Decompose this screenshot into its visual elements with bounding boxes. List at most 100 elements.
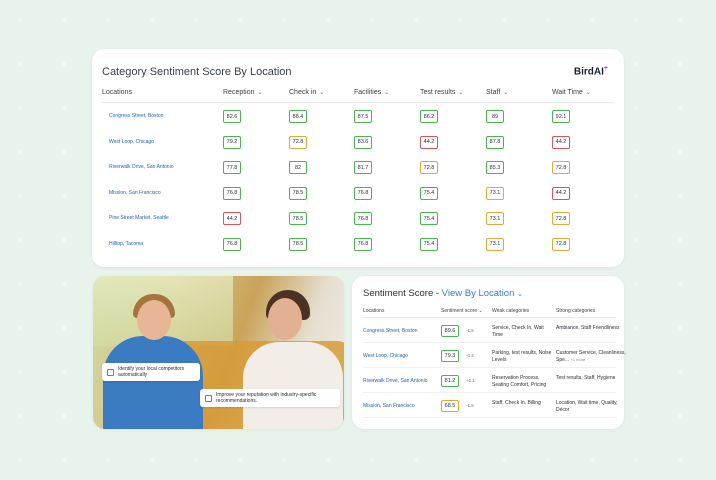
score-badge: 75.4 [420,237,438,251]
table-row[interactable]: Hilltop, Tacoma 76.8 78.5 76.8 75.4 73.1 72.8 [102,232,614,257]
score-badge: 76.8 [354,237,372,251]
score-badge: 44.2 [552,186,570,200]
score-badge: 92.1 [552,110,570,123]
table-row[interactable]: Congress Street, Boston 82.6 88.4 87.5 86.2 8… [102,104,614,129]
location-link[interactable]: Riverwalk Drive, San Antonio [109,164,173,170]
patient-head [268,298,302,340]
score-badge: 83.6 [354,135,372,149]
strong-categories: Customer Service, Cleanliness, Spe... +1… [556,350,626,363]
col-wait-time[interactable]: Wait Time ⌄ [552,89,591,96]
score-badge: 89 [486,110,504,123]
location-link[interactable]: Congress Street, Boston [363,328,417,334]
score-badge: 44.2 [552,135,570,149]
score-badge: 72.8 [552,212,570,225]
score-badge: 78.5 [289,212,307,225]
score-badge: 44.2 [420,135,438,149]
col-sentiment-score[interactable]: Sentiment score ⌄ [441,308,483,314]
table-header: Locations Reception ⌄ Check in ⌄ Facilitie… [102,89,614,103]
location-link[interactable]: Congress Street, Boston [109,113,163,119]
score-badge: 85.3 [486,161,504,174]
chevron-down-icon: ⌄ [478,308,483,314]
location-link[interactable]: Mission, San Francisco [363,403,415,409]
weak-categories: Reservation Process, Seating Comfort, Pr… [492,375,547,388]
chevron-down-icon: ⌄ [319,90,325,96]
score-badge: 87.8 [486,135,504,149]
location-link[interactable]: Hilltop, Tacoma [109,241,143,247]
location-link[interactable]: Pine Street Market, Seattle [109,215,169,221]
col-facilities[interactable]: Facilities ⌄ [354,89,389,96]
weak-categories: Service, Check In, Wait Time [492,325,544,338]
table-row[interactable]: Mission, San Francisco 76.8 78.5 76.8 75.4 73… [102,181,614,206]
chevron-down-icon: ⌄ [503,90,509,96]
sentiment-score-badge: 79.3 [441,350,459,362]
nurse-figure [103,336,203,429]
score-badge: 87.5 [354,110,372,123]
col-staff[interactable]: Staff ⌄ [486,89,508,96]
strong-categories-text: Location, Wait time, Quality, Décor [556,400,618,413]
col-check-in[interactable]: Check in ⌄ [289,89,324,96]
score-badge: 82.6 [223,110,241,123]
card-title: Category Sentiment Score By Location [102,66,292,78]
score-badge: 78.5 [289,237,307,251]
score-badge: 75.4 [420,186,438,200]
col-test-results[interactable]: Test results ⌄ [420,89,463,96]
more-link[interactable]: +1 more [570,357,585,362]
location-link[interactable]: West Loop, Chicago [109,139,154,145]
score-delta: -1.5 [466,403,474,408]
score-badge: 86.2 [420,110,438,123]
score-badge: 79.2 [223,135,241,149]
score-badge: 75.4 [420,212,438,225]
sentiment-score-badge: 68.5 [441,400,459,412]
col-strong-categories: Strong categories [556,308,596,314]
strong-categories: Ambiance, Staff Friendliness [556,325,626,332]
sentiment-title: Sentiment Score - View By Location ⌄ [363,288,523,299]
image-icon [205,394,212,402]
table-row[interactable]: West Loop, Chicago 79.2 72.8 83.6 44.2 87.8 44… [102,130,614,155]
strong-categories: Test results, Staff, Hygiene [556,375,626,382]
sentiment-score-badge: 81.2 [441,375,459,387]
callout-reputation: Improve your reputation with industry-sp… [200,389,340,407]
score-badge: 73.1 [486,186,504,200]
location-link[interactable]: Riverwalk Drive, San Antonio [363,378,427,384]
score-badge: 78.5 [289,186,307,200]
chevron-down-icon: ⌄ [384,90,390,96]
view-by-location-dropdown[interactable]: View By Location ⌄ [442,288,523,299]
strong-categories-text: Test results, Staff, Hygiene [556,375,616,381]
table-row[interactable]: Riverwalk Drive, San Antonio 77.8 82 81.7 72… [102,155,614,180]
col-reception[interactable]: Reception ⌄ [223,89,263,96]
score-delta: -0.4 [466,353,474,358]
sentiment-table-header: Locations Sentiment score ⌄ Weak categor… [363,306,616,318]
photo-card: Identify your local competitors automati… [93,276,344,429]
strong-categories-text: Ambiance, Staff Friendliness [556,325,620,331]
score-badge: 44.2 [223,212,241,225]
location-link[interactable]: Mission, San Francisco [109,190,161,196]
weak-categories: Staff, Check In, Billing [492,400,541,406]
score-badge: 72.8 [420,161,438,174]
score-badge: 73.1 [486,212,504,225]
weak-categories: Parking, test results, Noise Levels [492,350,552,363]
sentiment-row[interactable]: Congress Street, Boston 89.6 -1.5 Service, … [363,320,620,343]
sentiment-row[interactable]: Mission, San Francisco 68.5 -1.5 Staff, Che… [363,395,618,418]
location-link[interactable]: West Loop, Chicago [363,353,408,359]
callout-competitors: Identify your local competitors automati… [102,363,200,381]
score-delta: +0.1 [466,378,475,383]
sentiment-score-card: Sentiment Score - View By Location ⌄ Loc… [352,276,626,429]
image-icon [107,368,114,376]
score-badge: 88.4 [289,110,307,123]
sentiment-row[interactable]: West Loop, Chicago 79.3 -0.4 Parking, test … [363,345,626,368]
col-locations: Locations [363,308,385,314]
table-row[interactable]: Pine Street Market, Seattle 44.2 78.5 76.8 7… [102,206,614,231]
category-sentiment-card: Category Sentiment Score By Location Bir… [92,49,624,267]
patient-figure [243,342,343,429]
sentiment-row[interactable]: Riverwalk Drive, San Antonio 81.2 +0.1 Rese… [363,370,616,393]
score-badge: 72.8 [552,237,570,251]
score-badge: 76.8 [223,237,241,251]
score-badge: 82 [289,161,307,174]
sentiment-score-badge: 89.6 [441,325,459,337]
nurse-head [137,300,171,340]
score-delta: -1.5 [466,328,474,333]
strong-categories-text: Customer Service, Cleanliness, Spe... [556,350,626,363]
score-badge: 72.8 [552,161,570,174]
score-badge: 72.8 [289,135,307,149]
score-badge: 73.1 [486,237,504,251]
